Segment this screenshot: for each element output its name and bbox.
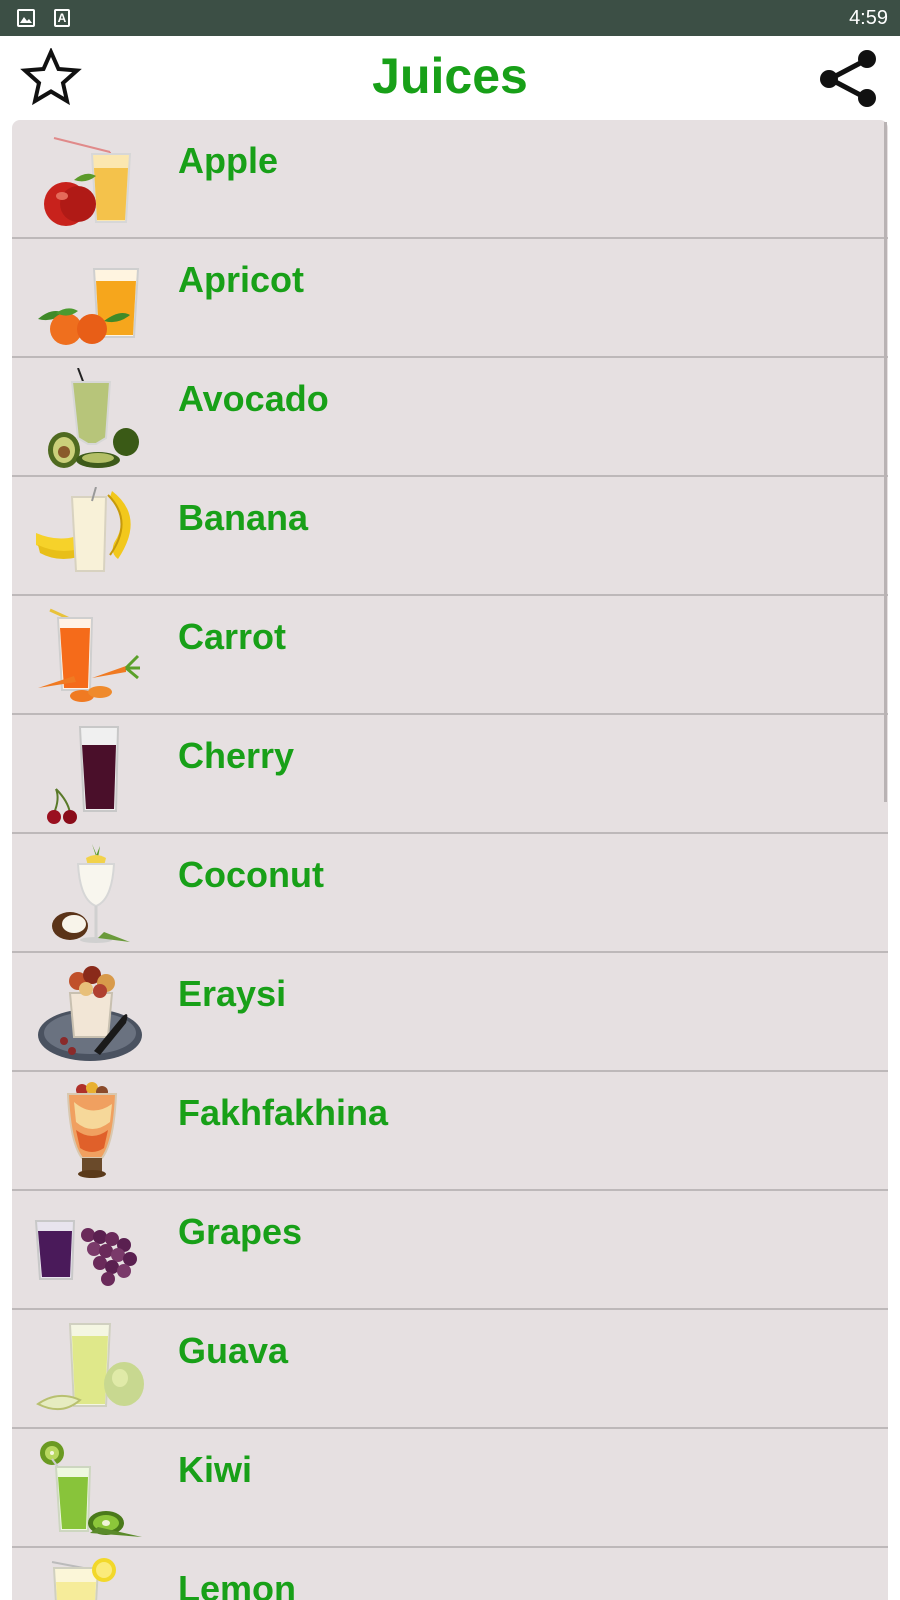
lemon-juice-thumbnail bbox=[51, 1558, 116, 1600]
list-item-apple[interactable]: Apple bbox=[12, 120, 888, 239]
carrot-juice-thumbnail bbox=[38, 608, 140, 702]
list-item-label: Carrot bbox=[178, 616, 287, 657]
grapes-juice-thumbnail bbox=[34, 1220, 137, 1286]
guava-juice-thumbnail bbox=[36, 1323, 144, 1411]
list-item-guava[interactable]: Guava bbox=[12, 1310, 888, 1429]
fakhfakhina-thumbnail bbox=[66, 1082, 118, 1178]
list-item-lemon[interactable]: Lemon bbox=[12, 1548, 888, 1600]
list-item-label: Kiwi bbox=[178, 1449, 253, 1490]
list-item-label: Grapes bbox=[178, 1211, 303, 1252]
coconut-juice-thumbnail bbox=[52, 844, 130, 943]
apricot-juice-thumbnail bbox=[38, 268, 140, 345]
list-item-label: Avocado bbox=[178, 378, 329, 419]
status-bar: A 4:59 bbox=[0, 0, 900, 36]
list-item-label: Cherry bbox=[178, 735, 295, 776]
cherry-juice-thumbnail bbox=[47, 726, 120, 824]
list-scrollbar[interactable] bbox=[884, 122, 887, 802]
text-notification-icon: A bbox=[54, 9, 70, 27]
list-item-label: Apple bbox=[178, 140, 279, 181]
eraysi-thumbnail bbox=[38, 966, 142, 1061]
list-item-eraysi[interactable]: Eraysi bbox=[12, 953, 888, 1072]
list-item-label: Fakhfakhina bbox=[178, 1092, 389, 1133]
kiwi-juice-thumbnail bbox=[40, 1441, 142, 1537]
banana-juice-thumbnail bbox=[36, 487, 131, 572]
list-item-label: Eraysi bbox=[178, 973, 287, 1014]
list-item-label: Lemon bbox=[178, 1568, 297, 1600]
list-item-label: Guava bbox=[178, 1330, 289, 1371]
list-item-label: Coconut bbox=[178, 854, 324, 895]
avocado-juice-thumbnail bbox=[48, 368, 139, 468]
list-item-grapes[interactable]: Grapes bbox=[12, 1191, 888, 1310]
share-icon bbox=[820, 50, 876, 107]
list-item-fakhfakhina[interactable]: Fakhfakhina bbox=[12, 1072, 888, 1191]
list-item-apricot[interactable]: Apricot bbox=[12, 239, 888, 358]
list-item-label: Banana bbox=[178, 497, 309, 538]
juice-list[interactable]: Apple Apricot Avocado Banana Carrot Cher… bbox=[12, 120, 888, 1600]
list-item-banana[interactable]: Banana bbox=[12, 477, 888, 596]
list-item-avocado[interactable]: Avocado bbox=[12, 358, 888, 477]
apple-juice-thumbnail bbox=[44, 137, 132, 226]
list-item-coconut[interactable]: Coconut bbox=[12, 834, 888, 953]
page-title: Juices bbox=[372, 48, 528, 104]
app-bar: Juices bbox=[0, 36, 900, 120]
list-item-cherry[interactable]: Cherry bbox=[12, 715, 888, 834]
share-button[interactable] bbox=[816, 48, 882, 108]
status-time: 4:59 bbox=[849, 7, 888, 29]
text-notification-letter: A bbox=[57, 11, 67, 25]
list-item-carrot[interactable]: Carrot bbox=[12, 596, 888, 715]
image-notification-icon bbox=[17, 9, 35, 27]
list-item-label: Apricot bbox=[178, 259, 304, 300]
list-item-kiwi[interactable]: Kiwi bbox=[12, 1429, 888, 1548]
